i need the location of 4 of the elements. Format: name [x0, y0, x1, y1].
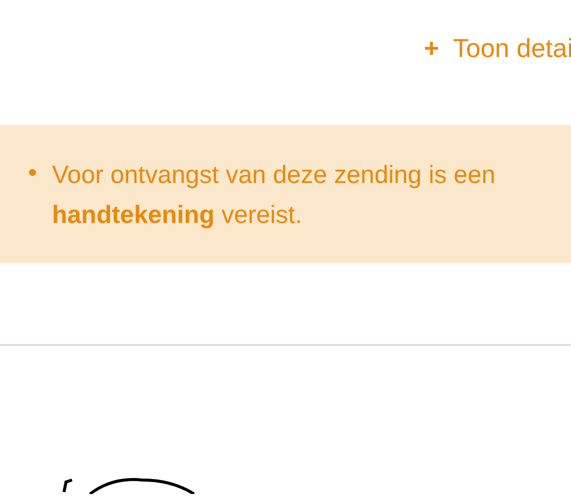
- notice-text: Voor ontvangst van deze zending is een handtekening vereist.: [52, 160, 496, 231]
- plus-icon: +: [424, 33, 440, 64]
- show-details-link[interactable]: + Toon detai: [424, 33, 571, 64]
- bullet-icon: [29, 169, 36, 176]
